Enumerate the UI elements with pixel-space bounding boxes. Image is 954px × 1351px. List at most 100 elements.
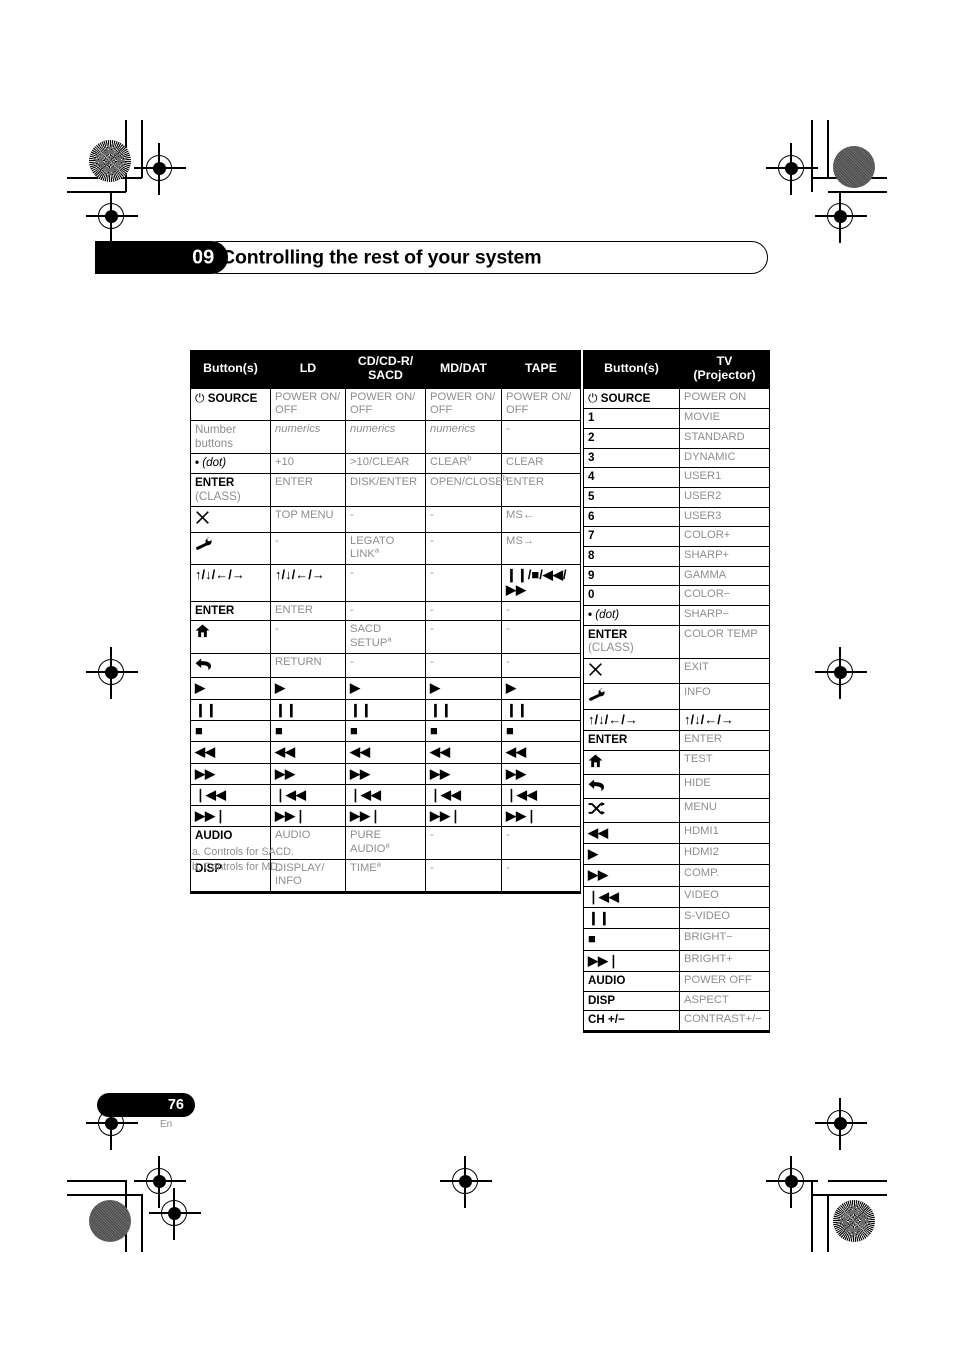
cell-tape: -	[501, 419, 581, 455]
button-cell: ⏻ SOURCE	[583, 387, 680, 410]
button-cell: ENTER (CLASS)	[190, 472, 271, 508]
cell-tv: USER2	[679, 486, 770, 508]
cell-tv: SHARP−	[679, 604, 770, 626]
column-header-cd-line1: CD/CD-R/	[357, 354, 414, 368]
power-icon: ⏻	[195, 390, 205, 405]
table-row: 7 COLOR+	[583, 526, 770, 547]
cell-tape: -	[501, 652, 581, 679]
cell-md: ■	[425, 719, 502, 743]
cell-tape: -	[501, 620, 581, 654]
cell-md: numerics	[425, 419, 502, 455]
cell-md: -	[425, 826, 502, 860]
density-patch	[89, 1200, 131, 1242]
page-language: En	[160, 1119, 173, 1130]
table-row: ◀◀ ◀◀ ◀◀ ◀◀ ◀◀	[190, 741, 581, 764]
cell-md: CLEARb	[425, 453, 502, 474]
remote-codes-table-right: Button(s) TV (Projector) ⏻ SOURCE POWER …	[583, 350, 770, 1033]
density-patch	[833, 1200, 875, 1242]
table-row: TEST	[583, 749, 770, 775]
table-body: ⏻ SOURCE POWER ON/ OFF POWER ON/ OFF POW…	[190, 387, 581, 895]
shuffle-icon	[583, 798, 680, 823]
cell-cd: LEGATO LINKa	[345, 531, 426, 566]
column-header-cd: CD/CD-R/ SACD	[345, 350, 426, 389]
crop-mark-line	[827, 120, 829, 178]
wrench-icon	[190, 531, 271, 566]
page-title: Controlling the rest of your system	[221, 246, 542, 268]
button-cell: 2	[583, 427, 680, 449]
column-header-tape: TAPE	[501, 350, 581, 389]
cell-tape: -	[501, 600, 581, 622]
button-label: SOURCE	[207, 391, 258, 405]
cell-tape: -	[501, 858, 581, 895]
cell-tv: ASPECT	[679, 990, 770, 1012]
remote-codes-table-left: Button(s) LD CD/CD-R/ SACD MD/DAT TAPE ⏻…	[190, 350, 581, 895]
table-row: ▶▶❘ BRIGHT+	[583, 949, 770, 972]
table-row: 9 GAMMA	[583, 565, 770, 587]
cell-ld: POWER ON/ OFF	[270, 387, 346, 421]
table-row: • (dot) +10 >10/CLEAR CLEARb CLEAR	[190, 453, 581, 474]
power-icon: ⏻	[588, 390, 598, 405]
button-cell: ⏻ SOURCE	[190, 387, 271, 421]
cell-tv: CONTRAST+/−	[679, 1010, 770, 1033]
cell-cd: ❙❙	[345, 698, 426, 721]
previous-track-icon: ❘◀◀	[190, 783, 271, 807]
cell-tape: ▶▶	[501, 762, 581, 785]
table-row: 5 USER2	[583, 486, 770, 508]
return-arrow-icon	[190, 652, 271, 679]
crop-mark-line	[811, 120, 813, 192]
button-cell: 8	[583, 545, 680, 567]
table-row: ❙❙ S-VIDEO	[583, 906, 770, 930]
cell-cd: >10/CLEAR	[345, 453, 426, 474]
page-title-pill: Controlling the rest of your system	[202, 241, 768, 274]
cell-ld: ▶▶❘	[270, 805, 346, 828]
cell-cd: ❘◀◀	[345, 783, 426, 807]
cell-md: POWER ON/ OFF	[425, 387, 502, 421]
cell-tape: MS←	[501, 506, 581, 533]
table-row: ENTER (CLASS) COLOR TEMP	[583, 624, 770, 659]
cell-tv: MOVIE	[679, 408, 770, 429]
cell-cd: ■	[345, 719, 426, 743]
cell-tv: BRIGHT−	[679, 928, 770, 951]
rewind-icon: ◀◀	[190, 741, 271, 764]
density-patch	[833, 146, 875, 188]
cell-tv: VIDEO	[679, 885, 770, 908]
stop-icon: ■	[190, 719, 271, 743]
crop-mark-line	[827, 1194, 829, 1252]
cell-md: -	[425, 858, 502, 895]
table-header-row: Button(s) TV (Projector)	[583, 350, 770, 389]
cell-ld: ❘◀◀	[270, 783, 346, 807]
cell-md: ▶	[425, 677, 502, 700]
registration-mark	[440, 1156, 492, 1208]
crop-mark-line	[812, 1194, 887, 1196]
crop-mark-line	[141, 120, 143, 178]
home-icon	[190, 620, 271, 654]
table-row: ▶ HDMI2	[583, 842, 770, 866]
table-row: ENTER ENTER - - -	[190, 600, 581, 622]
cell-tape: -	[501, 826, 581, 860]
cell-md: -	[425, 564, 502, 602]
table-row: CH +/− CONTRAST+/−	[583, 1010, 770, 1033]
cell-ld: -	[270, 531, 346, 566]
table-row: ▶▶❘ ▶▶❘ ▶▶❘ ▶▶❘ ▶▶❘	[190, 805, 581, 828]
crop-mark-line	[67, 191, 126, 193]
stop-icon: ■	[583, 928, 680, 951]
cell-cd: ▶	[345, 677, 426, 700]
table-row: ⏻ SOURCE POWER ON	[583, 387, 770, 410]
table-row: 6 USER3	[583, 506, 770, 528]
cell-tv: USER3	[679, 506, 770, 528]
registration-mark	[149, 1188, 201, 1240]
button-cell: 5	[583, 486, 680, 508]
cell-tv: USER1	[679, 467, 770, 488]
cell-cd: ◀◀	[345, 741, 426, 764]
crop-mark-line	[828, 191, 887, 193]
crop-mark-line	[828, 1180, 887, 1182]
button-cell: CH +/−	[583, 1010, 680, 1033]
page-number: 76	[167, 1097, 184, 1113]
close-x-icon	[190, 506, 271, 533]
cell-tv: SHARP+	[679, 545, 770, 567]
cell-ld: TOP MENU	[270, 506, 346, 533]
footnotes: a. Controls for SACD. b. Controls for MD…	[192, 845, 294, 875]
table-row: 8 SHARP+	[583, 545, 770, 567]
cell-ld: ▶	[270, 677, 346, 700]
cell-tape: ❘◀◀	[501, 783, 581, 807]
